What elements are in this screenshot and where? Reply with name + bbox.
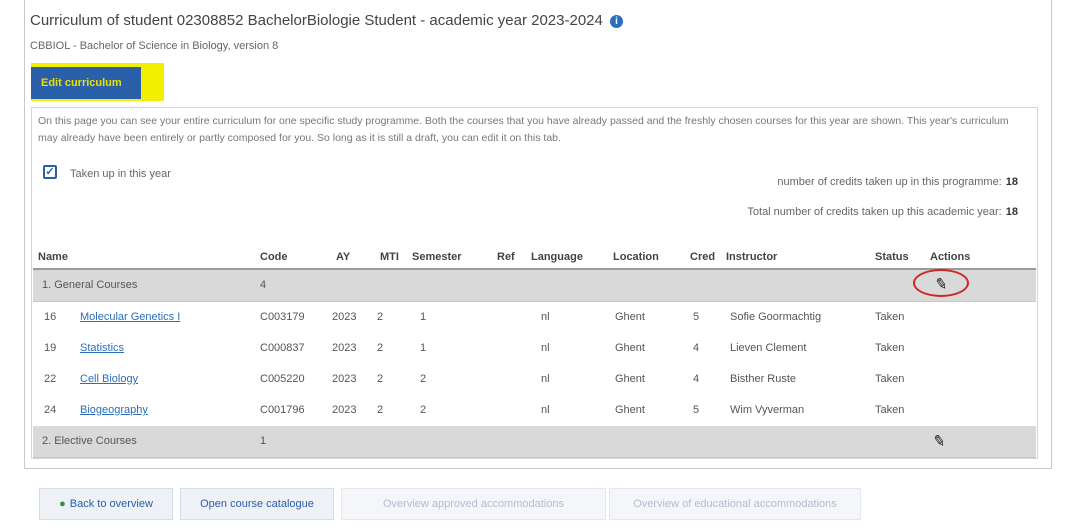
course-status: Taken [875,311,905,323]
course-language: nl [541,342,550,354]
course-mti: 2 [377,311,384,323]
edit-curriculum-highlight: Edit curriculum [31,63,164,101]
programme-credits: number of credits taken up in this progr… [777,176,1018,188]
course-link[interactable]: Biogeography [80,404,148,416]
table-row[interactable]: 16 Molecular Genetics I C003179 2023 2 1… [33,302,1036,333]
course-credits: 5 [693,404,700,416]
course-mti: 2 [377,342,384,354]
group-row-general[interactable]: 1. General Courses 4 ✎ [33,269,1036,302]
course-credits: 4 [693,342,700,354]
back-arrow-icon: ● [59,498,66,510]
overview-approved-accommodations-label: Overview approved accommodations [383,498,564,510]
header-ref[interactable]: Ref [497,251,515,263]
course-location: Ghent [615,342,645,354]
header-mti[interactable]: MTI [380,251,399,263]
programme-credits-label: number of credits taken up in this progr… [777,176,1002,188]
footer-actions: ● Back to overview Open course catalogue … [24,469,1050,531]
header-status[interactable]: Status [875,251,909,263]
course-code: C000837 [260,342,305,354]
course-location: Ghent [615,373,645,385]
course-instructor: Wim Vyverman [730,404,805,416]
year-credits-label: Total number of credits taken up this ac… [747,206,1002,218]
course-language: nl [541,311,550,323]
row-number: 19 [44,342,57,354]
table-row[interactable]: 24 Biogeography C001796 2023 2 2 nl Ghen… [33,395,1036,426]
course-location: Ghent [615,311,645,323]
course-ay: 2023 [332,373,357,385]
course-code: C003179 [260,311,305,323]
overview-educational-accommodations-button[interactable]: Overview of educational accommodations [609,488,861,520]
course-language: nl [541,404,550,416]
course-status: Taken [875,342,905,354]
group-row-elective[interactable]: 2. Elective Courses 1 ✎ [33,426,1036,458]
course-ay: 2023 [332,342,357,354]
course-code: C005220 [260,373,305,385]
programme-subtitle: CBBIOL - Bachelor of Science in Biology,… [30,40,279,52]
course-code: C001796 [260,404,305,416]
edit-curriculum-label: Edit curriculum [41,77,122,89]
course-credits: 5 [693,311,700,323]
open-course-catalogue-button[interactable]: Open course catalogue [180,488,334,520]
course-location: Ghent [615,404,645,416]
overview-approved-accommodations-button[interactable]: Overview approved accommodations [341,488,606,520]
group-name: 1. General Courses [42,279,138,291]
course-link[interactable]: Cell Biology [80,373,138,385]
header-semester[interactable]: Semester [412,251,462,263]
edit-pencil-icon[interactable]: ✎ [932,431,948,451]
programme-credits-value: 18 [1005,176,1018,188]
header-language[interactable]: Language [531,251,583,263]
course-semester: 2 [420,404,427,416]
page-title: Curriculum of student 02308852 Bachelor­… [30,12,624,29]
header-credits[interactable]: Cred [690,251,715,263]
course-link[interactable]: Statistics [80,342,124,354]
open-course-catalogue-label: Open course catalogue [200,498,314,510]
header-code[interactable]: Code [260,251,288,263]
back-to-overview-label: Back to overview [69,498,153,510]
course-ay: 2023 [332,311,357,323]
course-instructor: Bisther Ruste [730,373,797,385]
curriculum-table: Name Code AY MTI Semester Ref Language L… [33,246,1036,458]
course-mti: 2 [377,373,384,385]
header-name[interactable]: Name [38,251,68,263]
back-to-overview-button[interactable]: ● Back to overview [39,488,173,520]
course-language: nl [541,373,550,385]
course-status: Taken [875,404,905,416]
row-number: 16 [44,311,57,323]
course-link[interactable]: Molecular Genetics I [80,311,180,323]
overview-educational-accommodations-label: Overview of educational accommodations [633,498,837,510]
course-instructor: Lieven Clement [730,342,807,354]
row-number: 24 [44,404,57,416]
intro-text: On this page you can see your entire cur… [38,115,1009,144]
course-semester: 2 [420,373,427,385]
course-instructor: Sofie Goormachtig [730,311,822,323]
edit-curriculum-button[interactable]: Edit curriculum [31,67,141,99]
taken-up-label: Taken up in this year [70,168,171,180]
page-title-text: Curriculum of student 02308852 Bachelor­… [30,12,603,29]
course-ay: 2023 [332,404,357,416]
course-mti: 2 [377,404,384,416]
table-row[interactable]: 22 Cell Biology C005220 2023 2 2 nl Ghen… [33,364,1036,395]
row-number: 22 [44,373,57,385]
info-icon[interactable]: i [610,15,624,28]
course-credits: 4 [693,373,700,385]
year-credits: Total number of credits taken up this ac… [747,206,1018,218]
course-semester: 1 [420,311,427,323]
table-header: Name Code AY MTI Semester Ref Language L… [33,246,1036,270]
header-location[interactable]: Location [613,251,659,263]
group-name: 2. Elective Courses [42,435,137,447]
year-credits-value: 18 [1005,206,1018,218]
course-semester: 1 [420,342,427,354]
taken-up-checkbox[interactable]: ✓ [43,165,57,179]
header-actions: Actions [930,251,971,263]
group-count: 1 [260,435,267,447]
course-status: Taken [875,373,905,385]
table-row[interactable]: 19 Statistics C000837 2023 2 1 nl Ghent … [33,333,1036,364]
header-instructor[interactable]: Instructor [726,251,777,263]
group-count: 4 [260,279,267,291]
header-ay[interactable]: AY [336,251,350,263]
